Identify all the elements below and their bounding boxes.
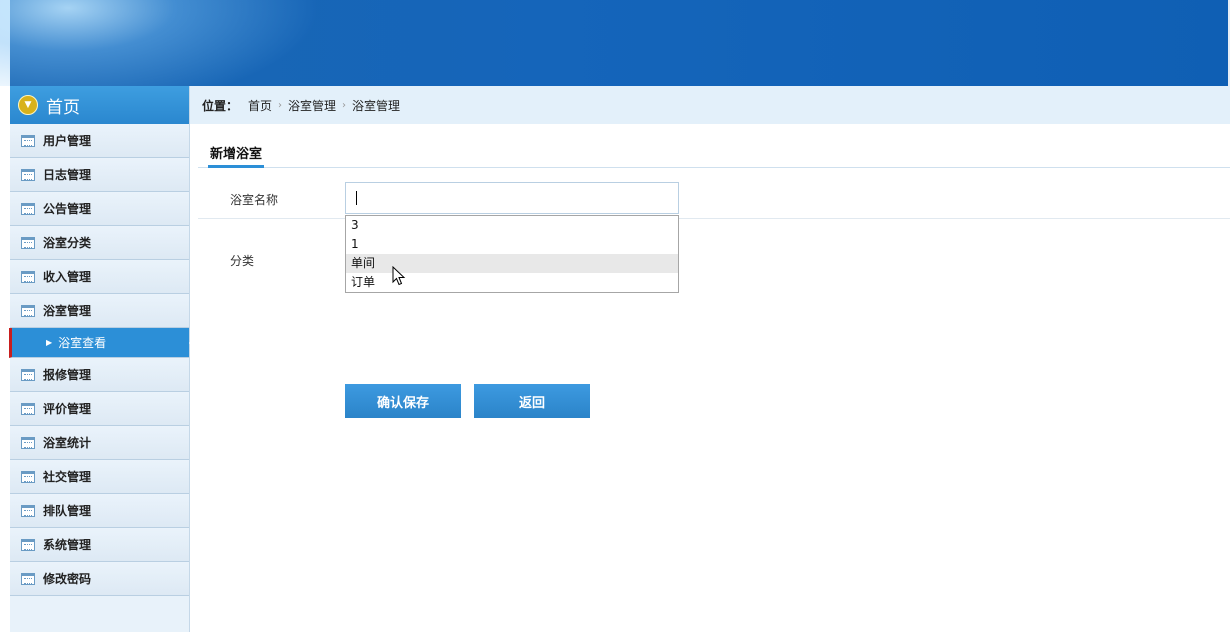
sidebar-item-income-management[interactable]: 收入管理 [10, 260, 189, 294]
sidebar-item-label: 社交管理 [43, 470, 92, 484]
sidebar-item-label: 日志管理 [43, 168, 92, 182]
sidebar-home-label: 首页 [46, 97, 80, 118]
breadcrumb-label: 位置： [202, 98, 239, 113]
name-label: 浴室名称 [230, 193, 279, 207]
calendar-icon [21, 134, 35, 147]
breadcrumb-item-home[interactable]: 首页 [248, 97, 272, 114]
sidebar-item-label: 评价管理 [43, 402, 92, 416]
sidebar-item-change-password[interactable]: 修改密码 [10, 562, 189, 596]
dropdown-option[interactable]: 1 [346, 235, 678, 254]
sidebar-item-bathroom-statistics[interactable]: 浴室统计 [10, 426, 189, 460]
calendar-icon [21, 470, 35, 483]
sidebar-item-log-management[interactable]: 日志管理 [10, 158, 189, 192]
sidebar: ▼ 首页 用户管理 日志管理 公告管理 浴室分类 收入管理 浴室管理 ▶ 浴室查看… [9, 86, 196, 632]
sidebar-subitem-bathroom-view[interactable]: ▶ 浴室查看 [9, 328, 196, 358]
calendar-icon [21, 436, 35, 449]
sidebar-item-repair-management[interactable]: 报修管理 [10, 358, 189, 392]
sidebar-item-system-management[interactable]: 系统管理 [10, 528, 189, 562]
caret-right-icon: ▶ [46, 338, 53, 347]
breadcrumb: 位置： 首页 › 浴室管理 › 浴室管理 [190, 86, 1230, 124]
sidebar-item-review-management[interactable]: 评价管理 [10, 392, 189, 426]
tab-bar: 新增浴室 [198, 136, 1230, 168]
calendar-icon [21, 504, 35, 517]
sidebar-item-label: 修改密码 [43, 572, 92, 586]
sidebar-item-label: 收入管理 [43, 270, 92, 284]
sidebar-menu: 用户管理 日志管理 公告管理 浴室分类 收入管理 浴室管理 ▶ 浴室查看 报修管理… [9, 124, 196, 596]
tab-add-bathroom[interactable]: 新增浴室 [208, 143, 265, 168]
sidebar-item-label: 公告管理 [43, 202, 92, 216]
calendar-icon [21, 572, 35, 585]
save-button[interactable]: 确认保存 [345, 384, 461, 418]
sidebar-item-queue-management[interactable]: 排队管理 [10, 494, 189, 528]
chevron-right-icon: › [342, 99, 347, 111]
calendar-icon [21, 402, 35, 415]
sidebar-item-label: 浴室统计 [43, 436, 92, 450]
calendar-icon [21, 236, 35, 249]
chevron-down-icon: ▼ [18, 95, 38, 115]
dropdown-option[interactable]: 3 [346, 216, 678, 235]
sidebar-item-label: 报修管理 [43, 368, 92, 382]
sidebar-item-bathroom-management[interactable]: 浴室管理 [10, 294, 189, 328]
header-banner [0, 0, 1230, 86]
sidebar-item-label: 浴室分类 [43, 236, 92, 250]
sidebar-item-user-management[interactable]: 用户管理 [10, 124, 189, 158]
sidebar-item-label: 排队管理 [43, 504, 92, 518]
header-light-decoration [0, 0, 320, 86]
chevron-right-icon: › [278, 99, 283, 111]
calendar-icon [21, 538, 35, 551]
sidebar-item-bathroom-category[interactable]: 浴室分类 [10, 226, 189, 260]
name-input[interactable] [345, 182, 679, 214]
calendar-icon [21, 168, 35, 181]
sidebar-item-label: 浴室查看 [58, 336, 107, 350]
sidebar-item-social-management[interactable]: 社交管理 [10, 460, 189, 494]
text-caret [356, 191, 357, 205]
breadcrumb-item-bathroom-management[interactable]: 浴室管理 [288, 97, 336, 114]
sidebar-item-label: 用户管理 [43, 134, 92, 148]
calendar-icon [21, 304, 35, 317]
calendar-icon [21, 368, 35, 381]
calendar-icon [21, 202, 35, 215]
sidebar-item-label: 浴室管理 [43, 304, 92, 318]
sidebar-item-label: 系统管理 [43, 538, 92, 552]
breadcrumb-item-current: 浴室管理 [352, 98, 401, 113]
sidebar-item-notice-management[interactable]: 公告管理 [10, 192, 189, 226]
category-label: 分类 [230, 254, 255, 268]
sidebar-home[interactable]: ▼ 首页 [10, 86, 189, 124]
back-button[interactable]: 返回 [474, 384, 590, 418]
calendar-icon [21, 270, 35, 283]
mouse-pointer-icon [392, 266, 406, 286]
